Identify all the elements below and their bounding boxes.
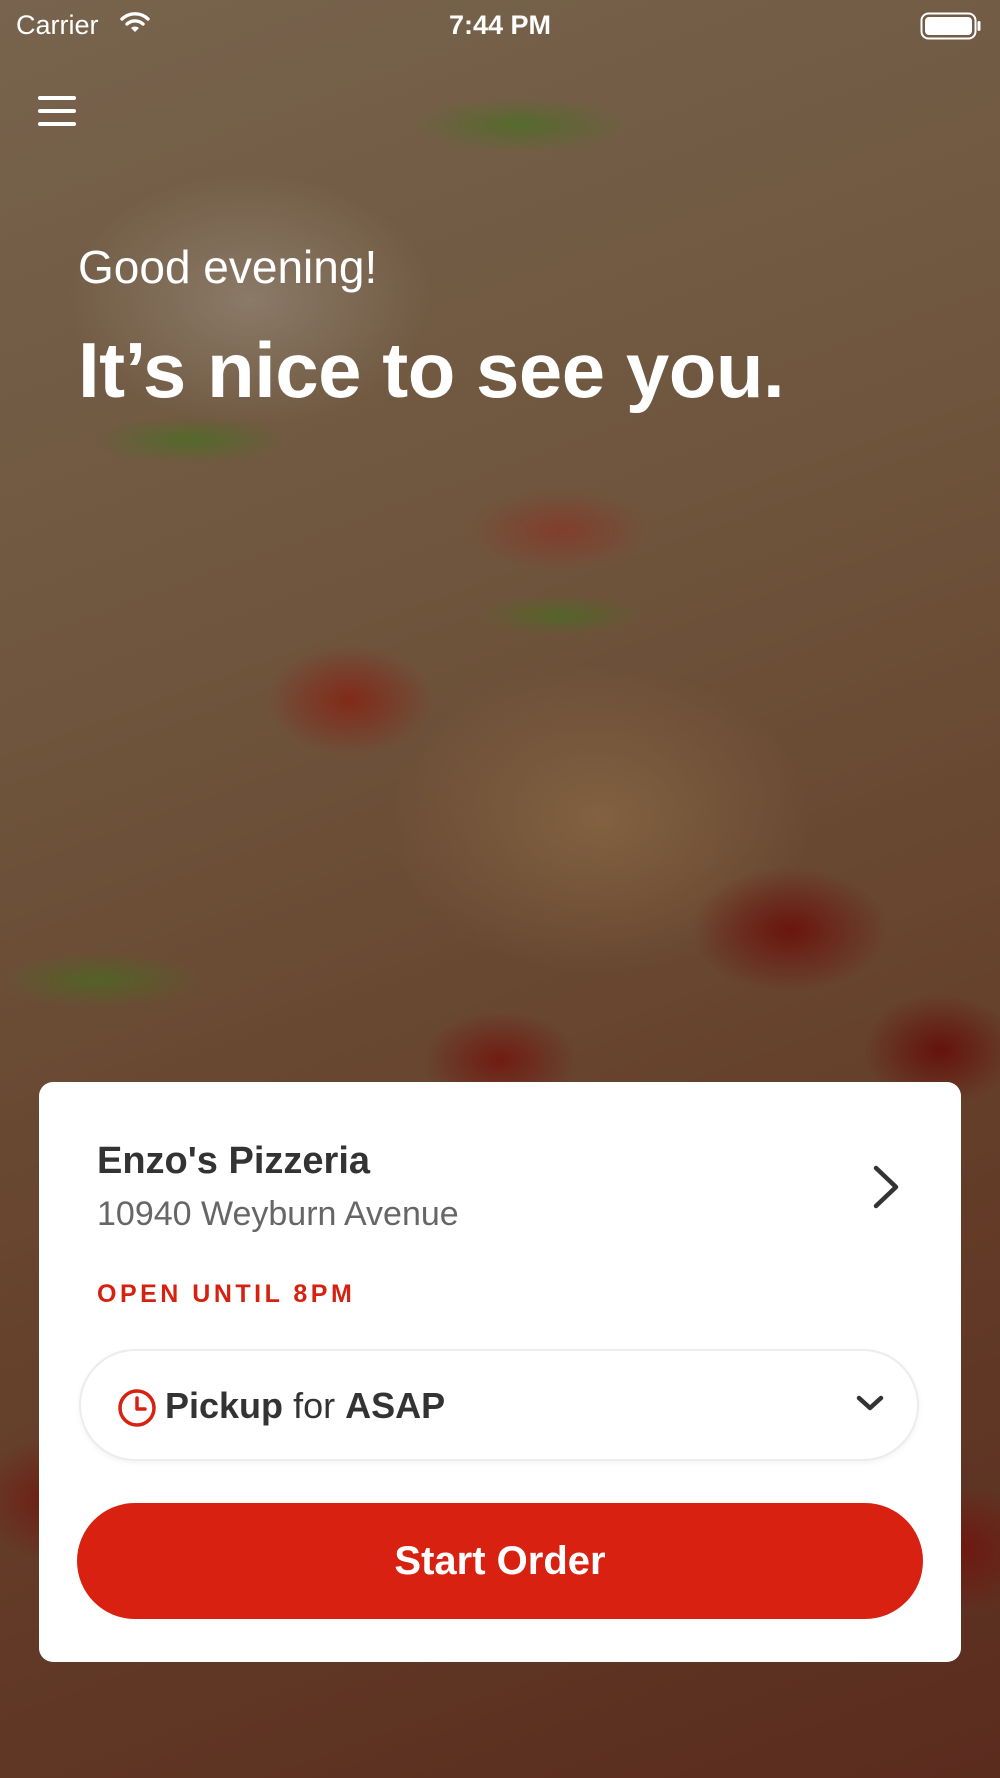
status-bar: Carrier 7:44 PM (0, 0, 1000, 52)
store-card: Enzo's Pizzeria 10940 Weyburn Avenue OPE… (39, 1082, 961, 1662)
greeting-text: Good evening! (78, 241, 378, 293)
order-time: ASAP (345, 1385, 446, 1426)
store-address[interactable]: 10940 Weyburn Avenue (97, 1195, 459, 1234)
start-order-button[interactable]: Start Order (77, 1503, 923, 1619)
order-connector: for (293, 1385, 336, 1426)
chevron-down-icon (855, 1393, 885, 1418)
chevron-right-icon[interactable] (871, 1164, 901, 1215)
headline-text: It’s nice to see you. (78, 326, 785, 414)
order-mode: Pickup (165, 1385, 284, 1426)
pickup-summary: Pickup for ASAP (165, 1385, 445, 1427)
store-hours-status: OPEN UNTIL 8PM (97, 1280, 356, 1308)
store-name[interactable]: Enzo's Pizzeria (97, 1140, 370, 1183)
status-time: 7:44 PM (448, 10, 552, 40)
hamburger-menu-icon[interactable] (38, 94, 78, 130)
battery-icon (920, 12, 982, 47)
pickup-time-selector[interactable]: Pickup for ASAP (79, 1349, 919, 1461)
clock-icon (117, 1388, 157, 1433)
